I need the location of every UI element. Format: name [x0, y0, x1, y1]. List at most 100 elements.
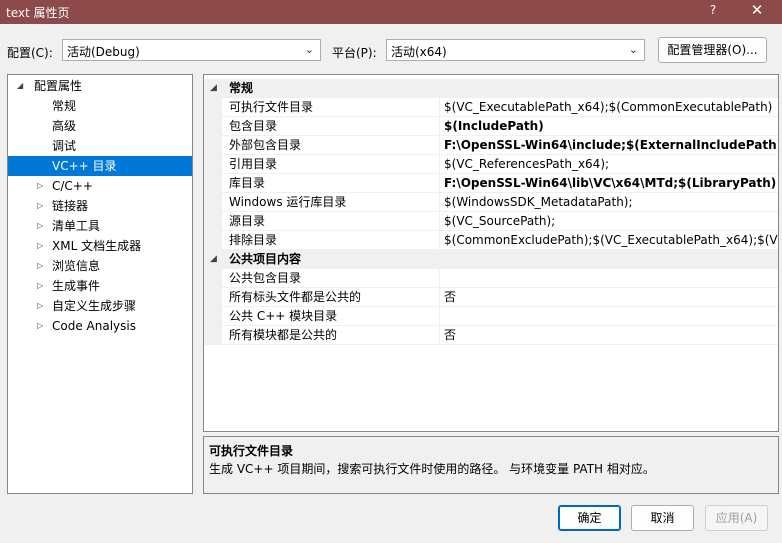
tree-item-label: VC++ 目录	[52, 159, 117, 173]
grid-row[interactable]: 包含目录 $(IncludePath)	[204, 117, 778, 136]
title-bar: text 属性页 ? ✕	[0, 0, 782, 24]
collapsed-arrow-icon[interactable]: ▷	[37, 196, 43, 216]
tree-item-label: Code Analysis	[52, 319, 136, 333]
collapsed-arrow-icon[interactable]: ▷	[37, 296, 43, 316]
column-divider	[439, 193, 440, 212]
column-divider	[439, 136, 440, 155]
grid-row[interactable]: 公共包含目录	[204, 269, 778, 288]
help-button[interactable]: ?	[703, 3, 723, 17]
column-divider	[439, 231, 440, 250]
grid-row[interactable]: 源目录 $(VC_SourcePath);	[204, 212, 778, 231]
expanded-arrow-icon[interactable]: ◢	[210, 79, 217, 98]
grid-row[interactable]: 所有标头文件都是公共的 否	[204, 288, 778, 307]
config-manager-button[interactable]: 配置管理器(O)...	[658, 37, 767, 63]
tree-item-label: 生成事件	[52, 279, 101, 293]
property-value[interactable]: F:\OpenSSL-Win64\include;$(ExternalInclu…	[444, 136, 778, 155]
property-tree: ◢ 配置属性 常规 高级 调试 VC++ 目录 ▷ C/C++ ▷ 链接器 ▷ 清单工具 ▷ XML …	[7, 74, 193, 494]
property-name: 所有标头文件都是公共的	[229, 290, 362, 304]
property-name: 源目录	[229, 214, 266, 228]
property-value[interactable]: $(VC_SourcePath);	[444, 212, 778, 231]
property-name: 公共包含目录	[229, 271, 302, 285]
grid-category-title: 常规	[229, 81, 254, 95]
expanded-arrow-icon[interactable]: ◢	[210, 250, 217, 269]
tree-item[interactable]: ▷ C/C++	[8, 176, 192, 196]
collapsed-arrow-icon[interactable]: ▷	[37, 316, 43, 336]
grid-row[interactable]: 排除目录 $(CommonExcludePath);$(VC_Executable…	[204, 231, 778, 250]
tree-item[interactable]: 调试	[8, 136, 192, 156]
column-divider	[439, 98, 440, 117]
apply-button[interactable]: 应用(A)	[705, 505, 768, 531]
property-value[interactable]: $(VC_ExecutablePath_x64);$(CommonExecuta…	[444, 98, 778, 117]
collapsed-arrow-icon[interactable]: ▷	[37, 256, 43, 276]
grid-row-gutter	[204, 307, 222, 326]
property-value[interactable]: 否	[444, 288, 778, 307]
column-divider	[439, 212, 440, 231]
expanded-arrow-icon: ◢	[17, 81, 24, 90]
property-name: 库目录	[229, 176, 266, 190]
property-name: 包含目录	[229, 119, 278, 133]
grid-row-gutter	[204, 326, 222, 345]
grid-row[interactable]: 所有模块都是公共的 否	[204, 326, 778, 345]
column-divider	[439, 117, 440, 136]
tree-root-item[interactable]: ◢ 配置属性	[8, 76, 192, 96]
tree-item-label: 自定义生成步骤	[52, 299, 137, 313]
grid-row-gutter	[204, 269, 222, 288]
property-value[interactable]: 否	[444, 326, 778, 345]
grid-category[interactable]: ◢ 常规	[204, 79, 778, 98]
grid-category-title: 公共项目内容	[229, 252, 302, 266]
tree-item[interactable]: ▷ Code Analysis	[8, 316, 192, 336]
property-value[interactable]: $(WindowsSDK_MetadataPath);	[444, 193, 778, 212]
tree-item[interactable]: ▷ 链接器	[8, 196, 192, 216]
description-text: 生成 VC++ 项目期间，搜索可执行文件时使用的路径。 与环境变量 PATH 相…	[209, 462, 655, 476]
collapsed-arrow-icon[interactable]: ▷	[37, 216, 43, 236]
property-value[interactable]: $(CommonExcludePath);$(VC_ExecutablePath…	[444, 231, 778, 250]
property-value[interactable]: $(VC_ReferencesPath_x64);	[444, 155, 778, 174]
config-select[interactable]: 活动(Debug) ⌄	[62, 39, 321, 61]
platform-select-value: 活动(x64)	[391, 45, 447, 59]
tree-item-label: XML 文档生成器	[52, 239, 142, 253]
property-value[interactable]: $(IncludePath)	[444, 117, 778, 136]
cancel-button[interactable]: 取消	[631, 505, 694, 531]
column-divider	[439, 307, 440, 326]
window-title: text 属性页	[6, 6, 70, 20]
tree-item[interactable]: ▷ XML 文档生成器	[8, 236, 192, 256]
grid-row-gutter	[204, 212, 222, 231]
ok-button[interactable]: 确定	[558, 505, 621, 531]
tree-item-label: C/C++	[52, 179, 93, 193]
grid-row[interactable]: 外部包含目录 F:\OpenSSL-Win64\include;$(Externa…	[204, 136, 778, 155]
grid-category[interactable]: ◢ 公共项目内容	[204, 250, 778, 269]
property-name: 外部包含目录	[229, 138, 302, 152]
collapsed-arrow-icon[interactable]: ▷	[37, 276, 43, 296]
tree-item[interactable]: ▷ 浏览信息	[8, 256, 192, 276]
column-divider	[439, 174, 440, 193]
grid-row-gutter	[204, 288, 222, 307]
property-value[interactable]: F:\OpenSSL-Win64\lib\VC\x64\MTd;$(Librar…	[444, 174, 778, 193]
tree-root-label: 配置属性	[34, 79, 83, 93]
tree-item[interactable]: ▷ 生成事件	[8, 276, 192, 296]
tree-item-label: 常规	[52, 99, 77, 113]
grid-row[interactable]: 库目录 F:\OpenSSL-Win64\lib\VC\x64\MTd;$(Lib…	[204, 174, 778, 193]
tree-item-label: 调试	[52, 139, 77, 153]
grid-row[interactable]: 引用目录 $(VC_ReferencesPath_x64);	[204, 155, 778, 174]
tree-item[interactable]: VC++ 目录	[8, 156, 192, 176]
grid-row-gutter	[204, 136, 222, 155]
tree-item-label: 浏览信息	[52, 259, 101, 273]
property-name: 公共 C++ 模块目录	[229, 309, 338, 323]
platform-select[interactable]: 活动(x64) ⌄	[386, 39, 645, 61]
collapsed-arrow-icon[interactable]: ▷	[37, 236, 43, 256]
tree-item[interactable]: ▷ 自定义生成步骤	[8, 296, 192, 316]
grid-row-gutter	[204, 193, 222, 212]
close-button[interactable]: ✕	[746, 1, 768, 19]
grid-row[interactable]: 可执行文件目录 $(VC_ExecutablePath_x64);$(Common…	[204, 98, 778, 117]
tree-item-label: 清单工具	[52, 219, 101, 233]
grid-row-gutter	[204, 98, 222, 117]
tree-item[interactable]: ▷ 清单工具	[8, 216, 192, 236]
grid-row[interactable]: 公共 C++ 模块目录	[204, 307, 778, 326]
collapsed-arrow-icon[interactable]: ▷	[37, 176, 43, 196]
tree-item-label: 高级	[52, 119, 77, 133]
chevron-down-icon: ⌄	[304, 43, 314, 56]
grid-row-gutter	[204, 231, 222, 250]
tree-item[interactable]: 高级	[8, 116, 192, 136]
tree-item[interactable]: 常规	[8, 96, 192, 116]
grid-row[interactable]: Windows 运行库目录 $(WindowsSDK_MetadataPath);	[204, 193, 778, 212]
